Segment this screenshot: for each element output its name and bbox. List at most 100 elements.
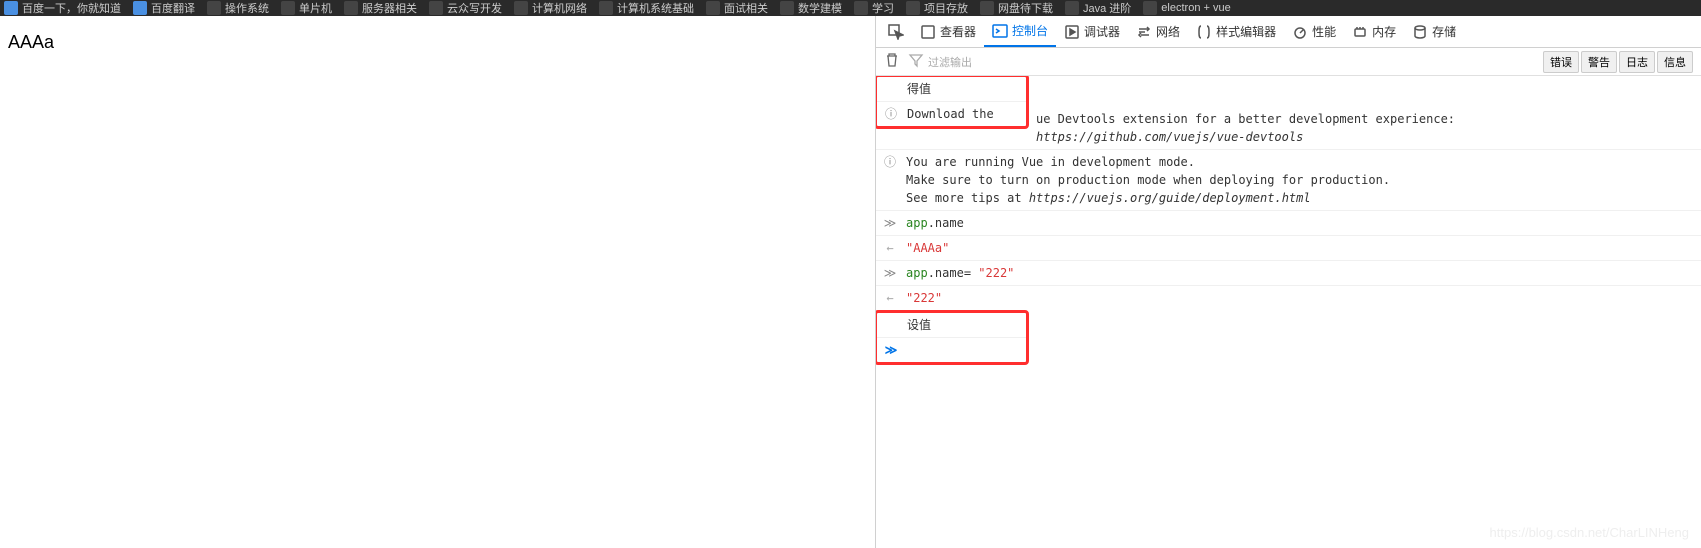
bookmark-item[interactable]: 操作系统 xyxy=(207,0,269,16)
prompt-arrow-icon: ≫ xyxy=(883,341,899,359)
tab-network[interactable]: 网络 xyxy=(1128,16,1188,47)
bookmark-label: Java 进阶 xyxy=(1083,0,1131,16)
bookmark-icon xyxy=(281,1,295,15)
bookmark-icon xyxy=(1143,1,1157,15)
storage-icon xyxy=(1412,24,1428,40)
output-arrow-icon: ← xyxy=(882,239,898,257)
tab-performance[interactable]: 性能 xyxy=(1284,16,1344,47)
bookmark-label: 数学建模 xyxy=(798,0,842,16)
info-icon: ⓘ xyxy=(883,105,899,123)
bookmark-label: 服务器相关 xyxy=(362,0,417,16)
tab-console[interactable]: 控制台 xyxy=(984,16,1056,47)
highlight-box-1: 得值 ⓘ Download the xyxy=(876,76,1029,129)
console-output-text: "AAAa" xyxy=(906,239,1695,257)
bookmark-item[interactable]: 百度一下，你就知道 xyxy=(4,0,121,16)
tab-inspector[interactable]: 查看器 xyxy=(912,16,984,47)
styleeditor-icon xyxy=(1196,24,1212,40)
bookmark-label: 面试相关 xyxy=(724,0,768,16)
tab-debugger[interactable]: 调试器 xyxy=(1056,16,1128,47)
console-message: 设值 xyxy=(907,316,1020,334)
bookmark-icon xyxy=(599,1,613,15)
bookmark-label: 计算机系统基础 xyxy=(617,0,694,16)
tab-label: 样式编辑器 xyxy=(1216,23,1276,40)
filter-info[interactable]: 信息 xyxy=(1657,51,1693,73)
bookmark-item[interactable]: 云众写开发 xyxy=(429,0,502,16)
tab-label: 控制台 xyxy=(1012,22,1048,39)
bookmark-item[interactable]: 计算机网络 xyxy=(514,0,587,16)
console-prompt-row[interactable]: ≫ xyxy=(877,338,1026,362)
bookmark-item[interactable]: 服务器相关 xyxy=(344,0,417,16)
console-message: You are running Vue in development mode.… xyxy=(906,153,1695,207)
console-body: 得值 ⓘ Download the ue Devtools extension … xyxy=(876,76,1701,548)
bookmark-label: 学习 xyxy=(872,0,894,16)
bookmark-item[interactable]: electron + vue xyxy=(1143,1,1230,15)
bookmark-icon xyxy=(1065,1,1079,15)
bookmark-item[interactable]: 百度翻译 xyxy=(133,0,195,16)
console-info-row: ⓘ You are running Vue in development mod… xyxy=(876,150,1701,211)
console-input-text: app.name xyxy=(906,214,1695,232)
bookmark-item[interactable]: 数学建模 xyxy=(780,0,842,16)
console-output-row: ← "222" xyxy=(876,286,1701,310)
filter-placeholder: 过滤输出 xyxy=(928,54,972,70)
page-content: AAAa xyxy=(8,32,867,53)
output-arrow-icon: ← xyxy=(882,289,898,307)
tab-label: 网络 xyxy=(1156,23,1180,40)
tab-label: 调试器 xyxy=(1084,23,1120,40)
console-message: Download the xyxy=(907,105,1020,123)
devtools-tabs: 查看器 控制台 调试器 网络 样式编辑器 性能 xyxy=(876,16,1701,48)
filter-errors[interactable]: 错误 xyxy=(1543,51,1579,73)
input-arrow-icon: ≫ xyxy=(882,214,898,232)
bookmark-label: 云众写开发 xyxy=(447,0,502,16)
element-picker-button[interactable] xyxy=(880,16,912,47)
console-message: 得值 xyxy=(907,80,1020,98)
console-input-text: app.name= "222" xyxy=(906,264,1695,282)
bookmark-icon xyxy=(780,1,794,15)
bookmark-icon xyxy=(906,1,920,15)
devtools-panel: 查看器 控制台 调试器 网络 样式编辑器 性能 xyxy=(875,16,1701,548)
bookmark-item[interactable]: 计算机系统基础 xyxy=(599,0,694,16)
console-output-row: ← "AAAa" xyxy=(876,236,1701,261)
bookmark-icon xyxy=(854,1,868,15)
console-message: ue Devtools extension for a better devel… xyxy=(1036,110,1695,146)
debugger-icon xyxy=(1064,24,1080,40)
info-icon: ⓘ xyxy=(882,153,898,171)
tab-label: 查看器 xyxy=(940,23,976,40)
bookmark-icon xyxy=(133,1,147,15)
performance-icon xyxy=(1292,24,1308,40)
bookmark-icon xyxy=(429,1,443,15)
input-arrow-icon: ≫ xyxy=(882,264,898,282)
bookmark-item[interactable]: 单片机 xyxy=(281,0,332,16)
bookmark-item[interactable]: 学习 xyxy=(854,0,894,16)
trash-icon[interactable] xyxy=(884,52,900,71)
bookmark-label: 项目存放 xyxy=(924,0,968,16)
page-area: AAAa xyxy=(0,16,875,548)
bookmark-label: electron + vue xyxy=(1161,2,1230,14)
bookmark-icon xyxy=(980,1,994,15)
bookmark-icon xyxy=(207,1,221,15)
tab-label: 性能 xyxy=(1312,23,1336,40)
bookmark-label: 百度翻译 xyxy=(151,0,195,16)
bookmark-item[interactable]: Java 进阶 xyxy=(1065,0,1131,16)
filter-warnings[interactable]: 警告 xyxy=(1581,51,1617,73)
bookmark-icon xyxy=(344,1,358,15)
tab-memory[interactable]: 内存 xyxy=(1344,16,1404,47)
console-toolbar: 过滤输出 错误 警告 日志 信息 xyxy=(876,48,1701,76)
memory-icon xyxy=(1352,24,1368,40)
bookmark-icon xyxy=(514,1,528,15)
filter-logs[interactable]: 日志 xyxy=(1619,51,1655,73)
filter-input[interactable]: 过滤输出 xyxy=(908,52,972,71)
tab-styleeditor[interactable]: 样式编辑器 xyxy=(1188,16,1284,47)
bookmark-item[interactable]: 项目存放 xyxy=(906,0,968,16)
tab-label: 内存 xyxy=(1372,23,1396,40)
bookmarks-bar: 百度一下，你就知道 百度翻译 操作系统单片机 服务器相关 云众写开发计算机网络 计算机系统… xyxy=(0,0,1701,16)
console-log-row: 得值 xyxy=(877,77,1026,102)
bookmark-label: 操作系统 xyxy=(225,0,269,16)
console-input-row[interactable]: ≫ app.name= "222" xyxy=(876,261,1701,286)
picker-icon xyxy=(888,24,904,40)
bookmark-item[interactable]: 网盘待下载 xyxy=(980,0,1053,16)
main-container: AAAa 查看器 控制台 调试器 网络 xyxy=(0,16,1701,548)
bookmark-item[interactable]: 面试相关 xyxy=(706,0,768,16)
console-input-row[interactable]: ≫ app.name xyxy=(876,211,1701,236)
bookmark-label: 网盘待下载 xyxy=(998,0,1053,16)
tab-storage[interactable]: 存储 xyxy=(1404,16,1464,47)
